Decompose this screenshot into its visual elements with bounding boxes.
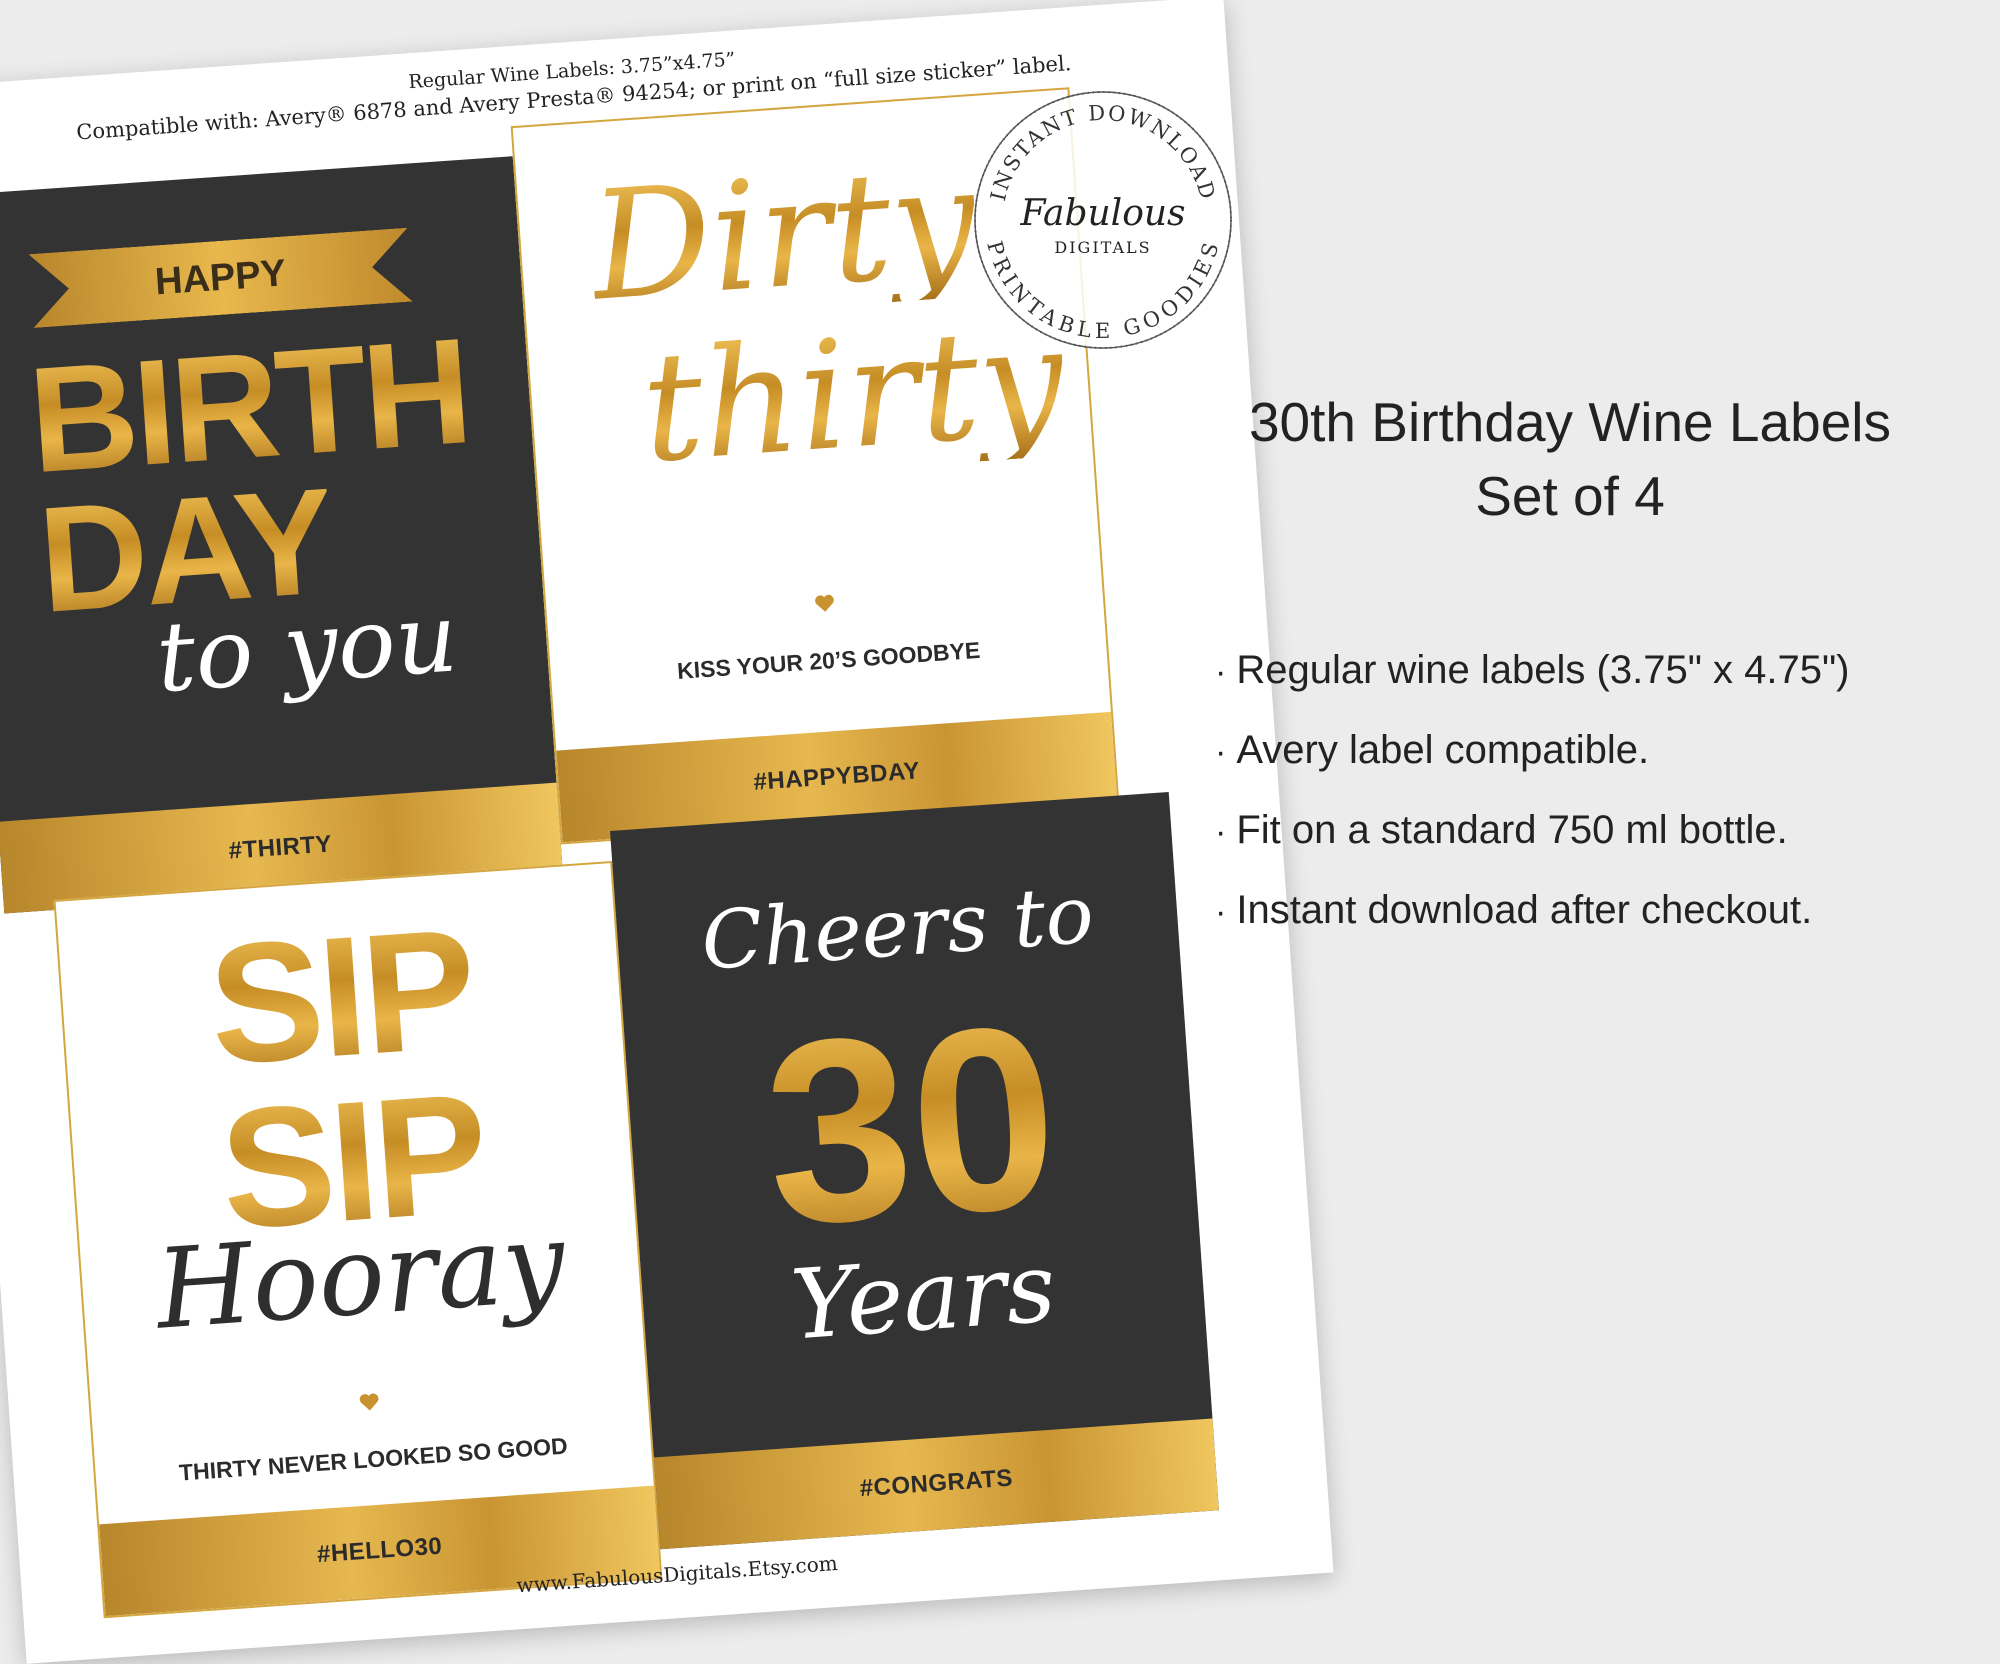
heart-icon: [359, 1393, 379, 1411]
product-subtitle: Set of 4: [1475, 465, 1665, 527]
product-title-block: 30th Birthday Wine Labels Set of 4: [1170, 385, 1970, 533]
feature-list: · Regular wine labels (3.75" x 4.75") · Av…: [1215, 640, 1850, 960]
stamp-sub: DIGITALS: [1054, 238, 1151, 257]
feature-item: · Instant download after checkout.: [1215, 880, 1850, 960]
dirty-script: Dirty: [585, 134, 982, 335]
heart-icon: [815, 594, 834, 612]
feature-text: Regular wine labels (3.75" x 4.75"): [1236, 648, 1850, 692]
stamp-brand: Fabulous: [1019, 193, 1185, 234]
cheers-script: Cheers to: [698, 867, 1097, 988]
bullet: ·: [1215, 813, 1227, 851]
to-you-script: to you: [152, 581, 461, 715]
label-cheers-to-30: Cheers to 30 Years #CONGRATS: [610, 791, 1219, 1550]
feature-text: Instant download after checkout.: [1236, 888, 1813, 932]
label-happy-birthday: HAPPY BIRTH DAY to you #THIRTY: [0, 156, 563, 914]
label-tagline: THIRTY NEVER LOOKED SO GOOD: [178, 1432, 569, 1486]
bullet: ·: [1215, 733, 1227, 771]
label-sip-sip-hooray: SIP SIP Hooray THIRTY NEVER LOOKED SO GO…: [53, 860, 663, 1619]
instant-download-stamp: INSTANT DOWNLOAD PRINTABLE GOODIES Fabul…: [974, 91, 1232, 349]
bullet: ·: [1215, 653, 1227, 691]
feature-text: Fit on a standard 750 ml bottle.: [1236, 808, 1788, 852]
feature-item: · Regular wine labels (3.75" x 4.75"): [1215, 640, 1850, 720]
bullet: ·: [1215, 893, 1227, 931]
feature-text: Avery label compatible.: [1236, 728, 1650, 772]
feature-item: · Avery label compatible.: [1215, 720, 1850, 800]
feature-item: · Fit on a standard 750 ml bottle.: [1215, 800, 1850, 880]
label-tagline: KISS YOUR 20’S GOODBYE: [676, 636, 982, 684]
product-title: 30th Birthday Wine Labels: [1248, 391, 1892, 453]
